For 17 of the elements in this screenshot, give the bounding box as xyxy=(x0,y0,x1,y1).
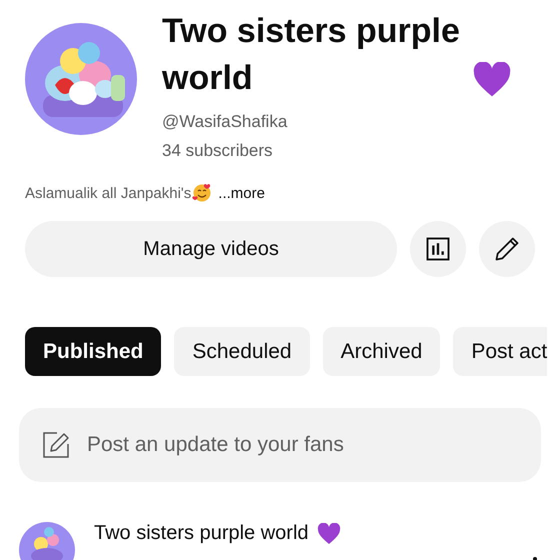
filter-chip[interactable]: Post act xyxy=(453,327,548,376)
post-update-field[interactable]: Post an update to your fans xyxy=(19,408,541,482)
filter-chip[interactable]: Published xyxy=(25,327,162,376)
channel-handle: @WasifaShafika xyxy=(162,112,288,132)
heart-icon xyxy=(316,522,341,544)
pencil-icon xyxy=(493,235,521,263)
post-author: Two sisters purple world xyxy=(94,522,309,545)
manage-videos-button[interactable]: Manage videos xyxy=(25,221,397,277)
bar-chart-icon xyxy=(424,235,452,263)
more-link[interactable]: ...more xyxy=(218,184,265,202)
filter-chip[interactable]: Scheduled xyxy=(174,327,310,376)
subscriber-count: 34 subscribers xyxy=(162,141,273,161)
smiling-face-icon xyxy=(192,183,212,203)
heart-icon xyxy=(472,62,512,98)
channel-description: Aslamualik all Janpakhi's xyxy=(25,184,192,202)
channel-title: Two sisters purple world xyxy=(162,11,461,99)
filter-chip[interactable]: Archived xyxy=(322,327,440,376)
